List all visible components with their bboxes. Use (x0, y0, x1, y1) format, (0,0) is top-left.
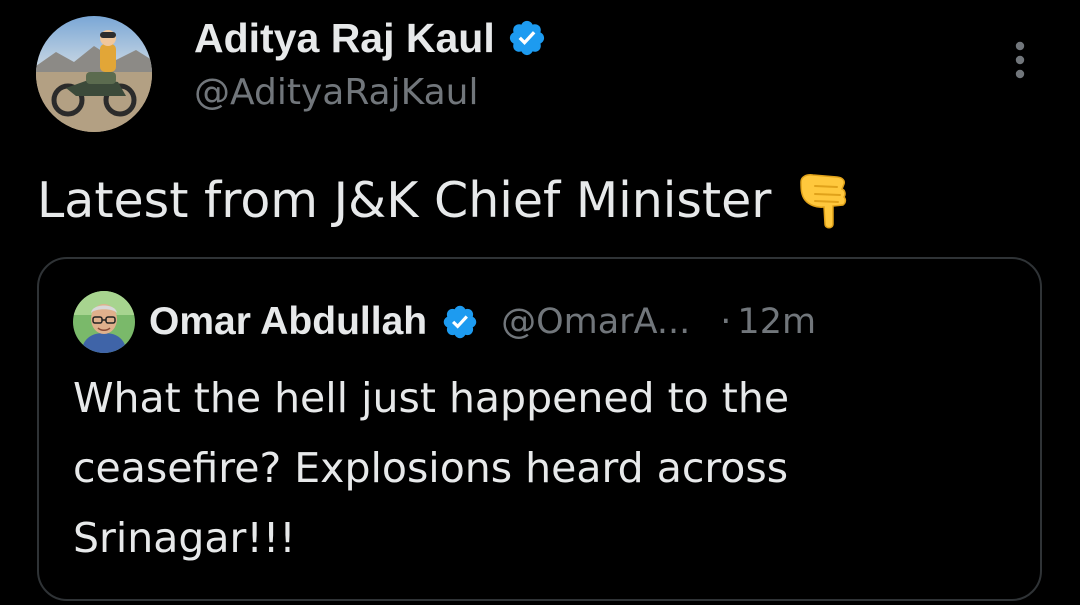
separator-dot: · (720, 302, 732, 342)
quoted-author-handle: @OmarA... (501, 302, 691, 342)
quoted-tweet-line: ceasefire? Explosions heard across (73, 444, 789, 492)
author-handle[interactable]: @AdityaRajKaul (194, 72, 478, 113)
author-display-name[interactable]: Aditya Raj Kaul (194, 15, 495, 62)
quoted-tweet-card[interactable]: Omar Abdullah @OmarA... · 12m What the h… (37, 257, 1042, 601)
quoted-author-avatar[interactable] (73, 291, 135, 353)
verified-badge-icon (507, 18, 547, 58)
quoted-tweet-line: Srinagar!!! (73, 514, 296, 562)
avatar-motorcycle-image (36, 16, 152, 132)
quoted-tweet-text: What the hell just happened to the cease… (73, 363, 1013, 573)
pointing-down-emoji-icon (793, 168, 857, 232)
quoted-tweet-timestamp[interactable]: 12m (737, 302, 816, 342)
quoted-tweet-header: Omar Abdullah @OmarA... · 12m (149, 295, 816, 349)
quoted-tweet-line: What the hell just happened to the (73, 374, 790, 422)
tweet-body: Latest from J&K Chief Minister (37, 164, 857, 236)
more-vertical-icon (1015, 41, 1025, 79)
verified-badge-icon (441, 303, 479, 341)
author-name-row: Aditya Raj Kaul (194, 12, 547, 64)
tweet-text: Latest from J&K Chief Minister (37, 171, 772, 229)
quoted-author-display-name: Omar Abdullah (149, 300, 428, 343)
more-options-button[interactable] (1006, 38, 1034, 82)
author-avatar[interactable] (36, 16, 152, 132)
avatar-man-glasses-image (73, 291, 135, 353)
